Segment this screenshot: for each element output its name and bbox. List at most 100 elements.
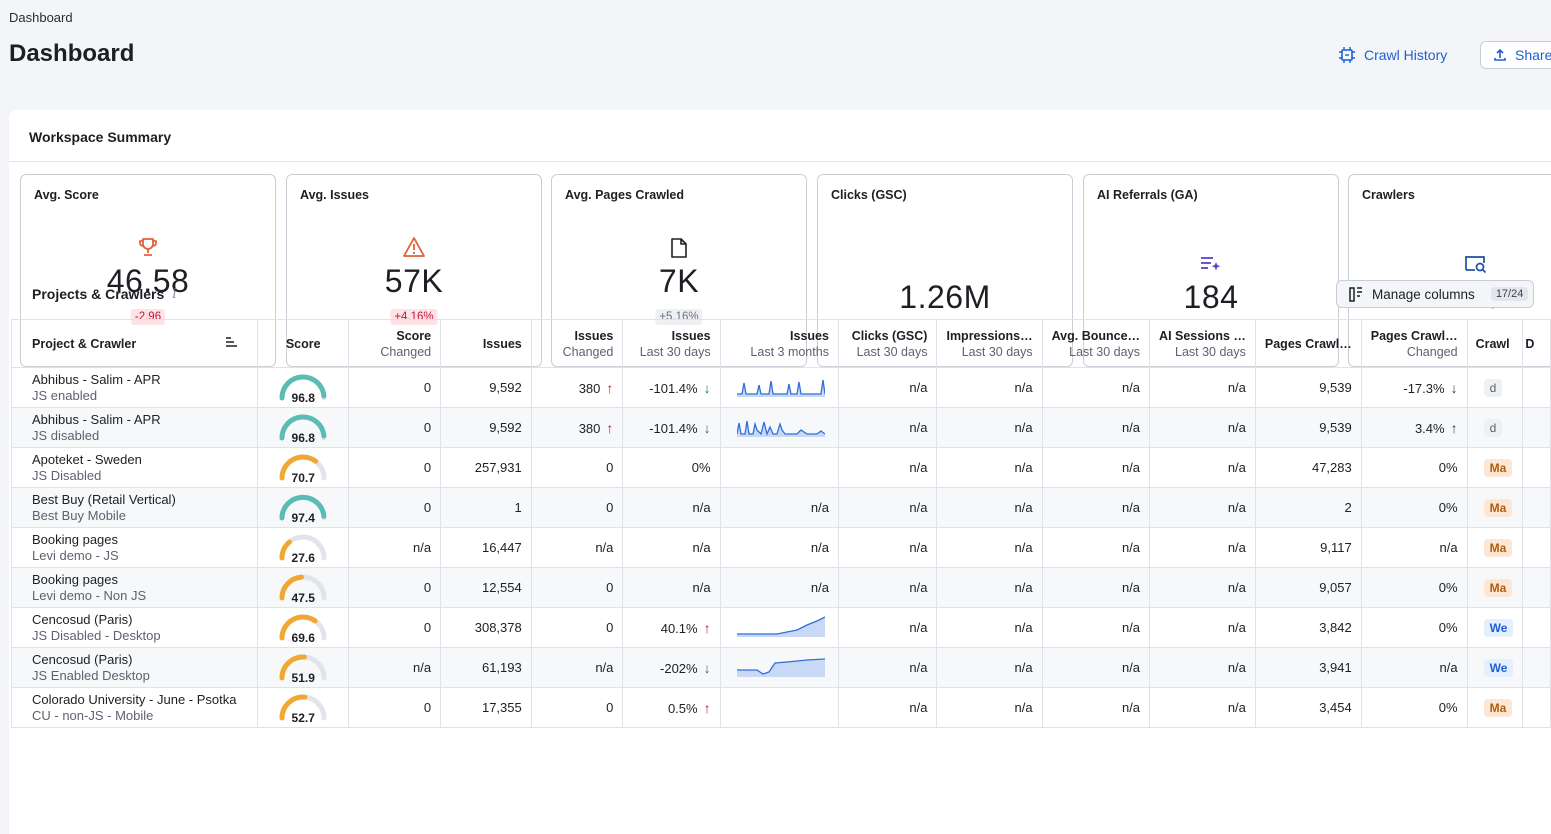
manage-columns-button[interactable]: Manage columns 17/24 bbox=[1336, 280, 1534, 308]
issues-3m-cell bbox=[720, 647, 839, 688]
issues-cell: 1 bbox=[440, 487, 532, 528]
score-value: 69.6 bbox=[291, 630, 315, 645]
table-row[interactable]: Cencosud (Paris) JS Disabled - Desktop 6… bbox=[11, 607, 1551, 648]
column-header-score[interactable]: Score bbox=[257, 319, 350, 368]
crawler-name: JS disabled bbox=[32, 427, 100, 443]
column-header-d[interactable]: D bbox=[1522, 319, 1551, 368]
score-changed-cell: n/a bbox=[348, 647, 442, 688]
table-row[interactable]: Best Buy (Retail Vertical) Best Buy Mobi… bbox=[11, 487, 1551, 528]
column-header-crawl[interactable]: Crawl bbox=[1467, 319, 1524, 368]
warning-icon bbox=[403, 237, 425, 257]
column-header-project[interactable]: Project & Crawler bbox=[11, 319, 258, 368]
issues-3m-cell: n/a bbox=[720, 487, 839, 528]
column-header-issues-3m[interactable]: Issues Last 3 months bbox=[720, 319, 839, 368]
column-header-issues-changed[interactable]: Issues Changed bbox=[531, 319, 624, 368]
crawler-name: JS enabled bbox=[32, 387, 98, 403]
clicks-cell: n/a bbox=[838, 647, 938, 688]
card-value: 1.26M bbox=[899, 279, 991, 315]
crawl-badge: Ma bbox=[1483, 698, 1513, 717]
ai-sessions-cell: n/a bbox=[1149, 607, 1256, 648]
column-header-impressions[interactable]: Impressions… Last 30 days bbox=[936, 319, 1043, 368]
column-header-issues[interactable]: Issues bbox=[440, 319, 532, 368]
bounce-cell: n/a bbox=[1042, 567, 1151, 608]
bounce-cell: n/a bbox=[1042, 487, 1151, 528]
project-cell[interactable]: Cencosud (Paris) JS Disabled - Desktop bbox=[11, 607, 258, 648]
column-header-clicks[interactable]: Clicks (GSC) Last 30 days bbox=[838, 319, 938, 368]
table-row[interactable]: Cencosud (Paris) JS Enabled Desktop 51.9… bbox=[11, 647, 1551, 688]
pages-crawled-cell: 9,539 bbox=[1255, 407, 1362, 448]
d-cell bbox=[1522, 687, 1551, 728]
table-row[interactable]: Booking pages Levi demo - JS 27.6 n/a 16… bbox=[11, 527, 1551, 568]
impressions-cell: n/a bbox=[936, 647, 1043, 688]
project-cell[interactable]: Abhibus - Salim - APR JS enabled bbox=[11, 367, 258, 408]
project-name[interactable]: Best Buy (Retail Vertical) bbox=[32, 492, 248, 508]
score-changed-cell: 0 bbox=[348, 447, 442, 488]
card-label: AI Referrals (GA) bbox=[1097, 188, 1198, 202]
impressions-cell: n/a bbox=[936, 487, 1043, 528]
table-row[interactable]: Colorado University - June - Psotka CU -… bbox=[11, 687, 1551, 728]
issues-30d-cell: 0.5% ↑ bbox=[622, 687, 721, 728]
project-cell[interactable]: Best Buy (Retail Vertical) Best Buy Mobi… bbox=[11, 487, 258, 528]
project-cell[interactable]: Abhibus - Salim - APR JS disabled bbox=[11, 407, 258, 448]
project-name[interactable]: Booking pages bbox=[32, 572, 248, 588]
pages-changed-cell: 0% bbox=[1361, 687, 1468, 728]
project-name[interactable]: Cencosud (Paris) bbox=[32, 612, 248, 628]
column-header-ai-sessions[interactable]: AI Sessions … Last 30 days bbox=[1149, 319, 1256, 368]
table-row[interactable]: Apoteket - Sweden JS Disabled 70.7 0 257… bbox=[11, 447, 1551, 488]
issues-3m-cell bbox=[720, 407, 839, 448]
clicks-cell: n/a bbox=[838, 607, 938, 648]
score-cell: 27.6 bbox=[257, 527, 350, 568]
project-name[interactable]: Abhibus - Salim - APR bbox=[32, 412, 248, 428]
project-name[interactable]: Apoteket - Sweden bbox=[32, 452, 248, 468]
info-icon[interactable]: i bbox=[172, 286, 176, 302]
issues-changed-cell: 0 bbox=[531, 447, 624, 488]
column-header-score-changed[interactable]: Score Changed bbox=[348, 319, 442, 368]
crawl-cell: Ma bbox=[1467, 567, 1524, 608]
table-row[interactable]: Abhibus - Salim - APR JS disabled 96.8 0… bbox=[11, 407, 1551, 448]
issues-cell: 17,355 bbox=[440, 687, 532, 728]
score-cell: 51.9 bbox=[257, 647, 350, 688]
arrow-up-icon: ↑ bbox=[703, 619, 711, 636]
crawler-name: CU - non-JS - Mobile bbox=[32, 707, 154, 723]
pages-changed-cell: -17.3% ↓ bbox=[1361, 367, 1468, 408]
bounce-cell: n/a bbox=[1042, 407, 1151, 448]
ai-sessions-cell: n/a bbox=[1149, 687, 1256, 728]
issues-cell: 9,592 bbox=[440, 367, 532, 408]
issues-30d-cell: 40.1% ↑ bbox=[622, 607, 721, 648]
column-header-pages-crawled[interactable]: Pages Crawl… bbox=[1255, 319, 1362, 368]
breadcrumb[interactable]: Dashboard bbox=[9, 10, 73, 25]
project-cell[interactable]: Apoteket - Sweden JS Disabled bbox=[11, 447, 258, 488]
sort-icon[interactable] bbox=[225, 336, 238, 348]
project-name[interactable]: Colorado University - June - Psotka bbox=[32, 692, 248, 708]
crawler-name: Levi demo - Non JS bbox=[32, 587, 147, 603]
bounce-cell: n/a bbox=[1042, 687, 1151, 728]
d-cell bbox=[1522, 567, 1551, 608]
crawl-badge: Ma bbox=[1483, 458, 1513, 477]
pages-crawled-cell: 9,539 bbox=[1255, 367, 1362, 408]
projects-table: Project & Crawler Score Score Changed Iss… bbox=[11, 319, 1551, 728]
project-cell[interactable]: Cencosud (Paris) JS Enabled Desktop bbox=[11, 647, 258, 688]
project-name[interactable]: Abhibus - Salim - APR bbox=[32, 372, 248, 388]
clicks-cell: n/a bbox=[838, 487, 938, 528]
score-changed-cell: n/a bbox=[348, 527, 442, 568]
project-name[interactable]: Booking pages bbox=[32, 532, 248, 548]
project-cell[interactable]: Colorado University - June - Psotka CU -… bbox=[11, 687, 258, 728]
column-header-bounce[interactable]: Avg. Bounce… Last 30 days bbox=[1042, 319, 1151, 368]
column-header-pages-changed[interactable]: Pages Crawl… Changed bbox=[1361, 319, 1468, 368]
project-cell[interactable]: Booking pages Levi demo - JS bbox=[11, 527, 258, 568]
impressions-cell: n/a bbox=[936, 687, 1043, 728]
score-changed-cell: 0 bbox=[348, 567, 442, 608]
issues-cell: 257,931 bbox=[440, 447, 532, 488]
project-cell[interactable]: Booking pages Levi demo - Non JS bbox=[11, 567, 258, 608]
table-row[interactable]: Abhibus - Salim - APR JS enabled 96.8 0 … bbox=[11, 367, 1551, 408]
issues-sparkline bbox=[736, 379, 826, 397]
issues-changed-cell: 380 ↑ bbox=[531, 367, 624, 408]
share-button[interactable]: Share bbox=[1480, 41, 1551, 69]
sparkle-list-icon bbox=[1201, 257, 1221, 271]
clicks-cell: n/a bbox=[838, 527, 938, 568]
column-header-issues-30d[interactable]: Issues Last 30 days bbox=[622, 319, 721, 368]
project-name[interactable]: Cencosud (Paris) bbox=[32, 652, 248, 668]
crawl-history-button[interactable]: Crawl History bbox=[1338, 41, 1447, 69]
table-row[interactable]: Booking pages Levi demo - Non JS 47.5 0 … bbox=[11, 567, 1551, 608]
ai-sessions-cell: n/a bbox=[1149, 647, 1256, 688]
